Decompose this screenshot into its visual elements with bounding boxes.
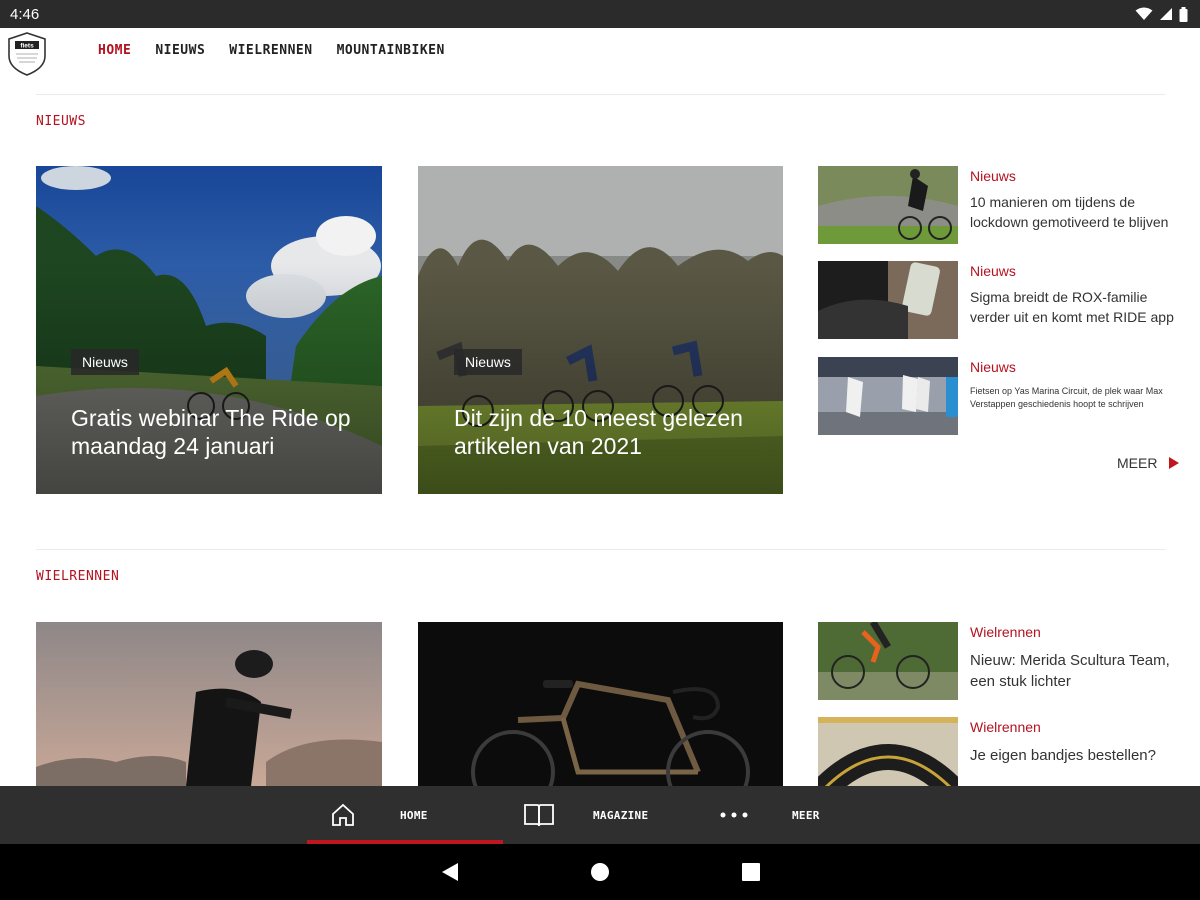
back-icon[interactable] [440,862,460,882]
system-navigation-bar [0,844,1200,900]
side-article[interactable]: Wielrennen Nieuw: Merida Scultura Team, … [818,622,1188,702]
article-thumbnail [818,622,958,700]
article-title: Gratis webinar The Ride op maandag 24 ja… [71,405,351,459]
tab-home[interactable]: HOME [330,786,428,844]
bottom-tab-bar: HOME MAGAZINE MEER [0,786,1200,844]
more-label: MEER [1117,455,1158,471]
article-title: Je eigen bandjes bestellen? [970,747,1156,764]
side-article[interactable]: Nieuws Sigma breidt de ROX-familie verde… [818,261,1188,341]
tab-magazine[interactable]: MAGAZINE [523,786,648,844]
signal-icon [1160,8,1172,20]
section-divider [36,94,1166,95]
tab-label: MAGAZINE [593,808,649,822]
article-title: Sigma breidt de ROX-familie verder uit e… [970,289,1174,325]
category-badge: Nieuws [454,349,522,375]
article-category: Wielrennen [970,624,1041,640]
article-thumbnail [818,166,958,244]
more-dots-icon [720,812,748,818]
article-image [418,622,783,786]
side-article[interactable]: Nieuws 10 manieren om tijdens de lockdow… [818,166,1188,246]
book-icon [524,804,554,827]
article-title: Dit zijn de 10 meest gelezen artikelen v… [454,405,743,459]
article-thumbnail [818,357,958,435]
featured-article-card[interactable]: Nieuws Dit zijn de 10 meest gelezen arti… [418,166,783,494]
nav-item-home[interactable]: HOME [98,43,131,58]
article-image [36,622,382,786]
top-navigation: fiets HOME NIEUWS WIELRENNEN MOUNTAINBIK… [0,28,1200,76]
recents-icon[interactable] [741,862,761,882]
logo-text: fiets [20,43,34,50]
wifi-icon [1135,7,1153,20]
article-thumbnail [818,261,958,339]
side-article[interactable]: Nieuws Fietsen op Yas Marina Circuit, de… [818,357,1188,437]
article-title: 10 manieren om tijdens de lockdown gemot… [970,194,1169,230]
article-category: Nieuws [970,359,1016,375]
article-category: Wielrennen [970,719,1041,735]
status-bar: 4:46 [0,0,1200,28]
nav-item-wielrennen[interactable]: WIELRENNEN [229,43,312,58]
article-title: Nieuw: Merida Scultura Team, een stuk li… [970,652,1170,690]
play-arrow-icon [1169,457,1180,469]
tab-meer[interactable]: MEER [718,786,820,844]
section-divider [36,549,1166,550]
article-category: Nieuws [970,168,1016,184]
side-article[interactable]: Wielrennen Je eigen bandjes bestellen? [818,717,1188,786]
article-title: Fietsen op Yas Marina Circuit, de plek w… [970,386,1163,409]
tab-label: MEER [792,808,820,822]
article-thumbnail [818,717,958,786]
section-label-nieuws[interactable]: NIEUWS [36,114,86,129]
nav-item-nieuws[interactable]: NIEUWS [155,43,205,58]
featured-article-card[interactable]: Nieuws Gratis webinar The Ride op maanda… [36,166,382,494]
featured-article-card[interactable] [36,622,382,786]
nav-item-mountainbiken[interactable]: MOUNTAINBIKEN [337,43,445,58]
more-button[interactable]: MEER [1117,455,1180,471]
fiets-logo[interactable]: fiets [7,32,47,76]
battery-icon [1179,6,1188,22]
status-time: 4:46 [10,5,40,23]
category-badge: Nieuws [71,349,139,375]
featured-article-card[interactable] [418,622,783,786]
nav-menu: HOME NIEUWS WIELRENNEN MOUNTAINBIKEN [98,43,469,58]
home-icon [332,803,354,826]
section-label-wielrennen[interactable]: WIELRENNEN [36,569,119,584]
article-category: Nieuws [970,263,1016,279]
status-icons [1135,6,1188,22]
tab-label: HOME [400,808,428,822]
home-circle-icon[interactable] [590,862,610,882]
